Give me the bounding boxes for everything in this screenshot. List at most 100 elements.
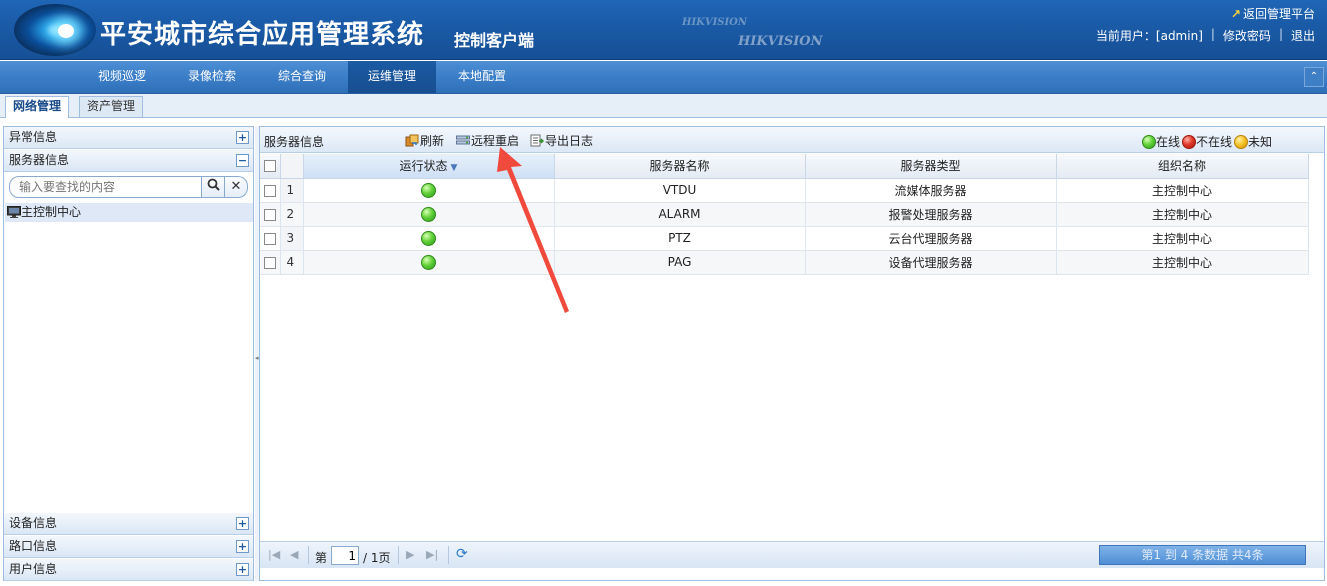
accordion-label: 设备信息 <box>9 516 58 530</box>
sub-tabs: 网络管理 资产管理 <box>0 94 1327 118</box>
status-cell <box>303 250 555 275</box>
logout-link[interactable]: 退出 <box>1291 27 1315 44</box>
remote-restart-button[interactable]: 远程重启 <box>456 132 519 149</box>
sort-desc-icon: ▼ <box>450 163 458 174</box>
return-platform-label: 返回管理平台 <box>1242 7 1315 21</box>
last-page-icon[interactable]: ▶| <box>426 548 438 561</box>
row-number: 1 <box>280 178 304 203</box>
search-input[interactable] <box>9 176 202 198</box>
refresh-button[interactable]: 刷新 <box>405 132 444 149</box>
divider <box>448 546 449 564</box>
page-total: / 1页 <box>363 551 391 565</box>
previous-page-icon[interactable]: ◀ <box>290 548 298 561</box>
expand-icon[interactable]: + <box>236 540 249 553</box>
return-platform-link[interactable]: ↗ 返回管理平台 <box>1231 5 1315 22</box>
row-checkbox[interactable] <box>260 202 281 227</box>
row-checkbox[interactable] <box>260 178 281 203</box>
column-header-server-type[interactable]: 服务器类型 <box>805 154 1057 179</box>
org-name-cell: 主控制中心 <box>1056 226 1309 251</box>
expand-icon[interactable]: + <box>236 563 249 576</box>
refresh-label: 刷新 <box>420 134 445 148</box>
accordion-label: 异常信息 <box>9 130 58 144</box>
pager-refresh-icon[interactable]: ⟳ <box>456 546 472 562</box>
nav-item-local-config[interactable]: 本地配置 <box>438 61 526 93</box>
search-icon[interactable] <box>202 176 225 198</box>
table-header-row: 运行状态 ▼ 服务器名称 服务器类型 组织名称 <box>260 154 1309 179</box>
left-sidebar: 异常信息 + 服务器信息 − ✕ 主控制中心 设备信息 + 路口信息 + 用户信… <box>3 126 254 581</box>
checkbox-icon <box>263 208 276 221</box>
table-row[interactable]: 3 PTZ 云台代理服务器 主控制中心 <box>260 226 1309 251</box>
table-row[interactable]: 1 VTDU 流媒体服务器 主控制中心 <box>260 178 1309 203</box>
app-subtitle: 控制客户端 <box>454 31 535 50</box>
table-row[interactable]: 2 ALARM 报警处理服务器 主控制中心 <box>260 202 1309 227</box>
online-status-icon <box>421 230 436 246</box>
record-count-info: 第1 到 4 条数据 共4条 <box>1099 545 1306 565</box>
monitor-icon <box>7 206 21 218</box>
return-arrow-icon: ↗ <box>1230 6 1241 21</box>
column-header-status[interactable]: 运行状态 ▼ <box>303 154 555 179</box>
online-status-icon <box>421 182 436 198</box>
tree-node-main-control-center[interactable]: 主控制中心 <box>5 203 253 222</box>
app-title: 平安城市综合应用管理系统 <box>100 20 425 50</box>
nav-item-video-patrol[interactable]: 视频巡逻 <box>78 61 166 93</box>
checkbox-icon <box>263 184 276 197</box>
accordion-intersection-info[interactable]: 路口信息 + <box>4 536 253 558</box>
export-log-icon <box>530 134 544 147</box>
page-number-input[interactable] <box>331 546 359 565</box>
server-name-cell: VTDU <box>554 178 806 203</box>
accordion-exception-info[interactable]: 异常信息 + <box>4 127 253 149</box>
expand-icon[interactable]: + <box>236 517 249 530</box>
clear-icon[interactable]: ✕ <box>225 176 248 198</box>
accordion-device-info[interactable]: 设备信息 + <box>4 513 253 535</box>
select-all-checkbox[interactable] <box>260 154 281 179</box>
panel-title: 服务器信息 <box>264 135 325 149</box>
nav-item-recording-search[interactable]: 录像检索 <box>168 61 256 93</box>
row-number: 3 <box>280 226 304 251</box>
legend-offline-label: 不在线 <box>1195 135 1232 149</box>
accordion-user-info[interactable]: 用户信息 + <box>4 559 253 581</box>
tab-asset-management[interactable]: 资产管理 <box>79 96 144 117</box>
export-log-button[interactable]: 导出日志 <box>530 132 593 149</box>
server-type-cell: 报警处理服务器 <box>805 202 1057 227</box>
divider <box>398 546 399 564</box>
unknown-status-icon <box>1233 134 1248 149</box>
main-nav: 视频巡逻 录像检索 综合查询 运维管理 本地配置 ⌃ <box>0 61 1327 94</box>
first-page-icon[interactable]: |◀ <box>268 548 280 561</box>
app-logo-icon <box>14 4 96 56</box>
nav-item-comprehensive-query[interactable]: 综合查询 <box>258 61 346 93</box>
accordion-server-info[interactable]: 服务器信息 − <box>4 150 253 172</box>
pagination-bar: |◀ ◀ 第 / 1页 ▶ ▶| ⟳ 第1 到 4 条数据 共4条 <box>260 541 1324 568</box>
server-name-cell: PAG <box>554 250 806 275</box>
nav-item-operations[interactable]: 运维管理 <box>348 61 436 93</box>
divider: | <box>1278 27 1283 41</box>
table-row[interactable]: 4 PAG 设备代理服务器 主控制中心 <box>260 250 1309 275</box>
server-type-cell: 流媒体服务器 <box>805 178 1057 203</box>
legend-unknown-label: 未知 <box>1247 135 1272 149</box>
row-number: 2 <box>280 202 304 227</box>
org-name-cell: 主控制中心 <box>1056 202 1309 227</box>
next-page-icon[interactable]: ▶ <box>406 548 414 561</box>
legend-online-label: 在线 <box>1155 135 1180 149</box>
column-header-server-name[interactable]: 服务器名称 <box>554 154 806 179</box>
row-checkbox[interactable] <box>260 226 281 251</box>
offline-status-icon <box>1181 134 1196 149</box>
expand-icon[interactable]: + <box>236 131 249 144</box>
server-table: 运行状态 ▼ 服务器名称 服务器类型 组织名称 1 VTDU 流媒体服务器 主控制… <box>260 154 1309 275</box>
column-header-label: 运行状态 <box>399 159 448 174</box>
brand-watermark: HIKVISION <box>682 17 748 28</box>
collapse-icon[interactable]: − <box>236 154 249 167</box>
status-cell <box>303 178 555 203</box>
row-checkbox[interactable] <box>260 250 281 275</box>
column-header-org-name[interactable]: 组织名称 <box>1056 154 1309 179</box>
row-number: 4 <box>280 250 304 275</box>
tab-network-management[interactable]: 网络管理 <box>5 96 70 118</box>
collapse-header-icon[interactable]: ⌃ <box>1304 67 1324 87</box>
server-info-panel: 服务器信息 刷新 远程重启 导出日志 在线 不在线 未知 运行状态 ▼ 服务器名… <box>259 126 1325 581</box>
accordion-label: 用户信息 <box>9 562 58 576</box>
server-name-cell: ALARM <box>554 202 806 227</box>
server-name-cell: PTZ <box>554 226 806 251</box>
divider: | <box>1210 27 1215 41</box>
online-status-icon <box>421 206 436 222</box>
change-password-link[interactable]: 修改密码 <box>1223 27 1271 44</box>
remote-restart-icon <box>456 135 470 145</box>
